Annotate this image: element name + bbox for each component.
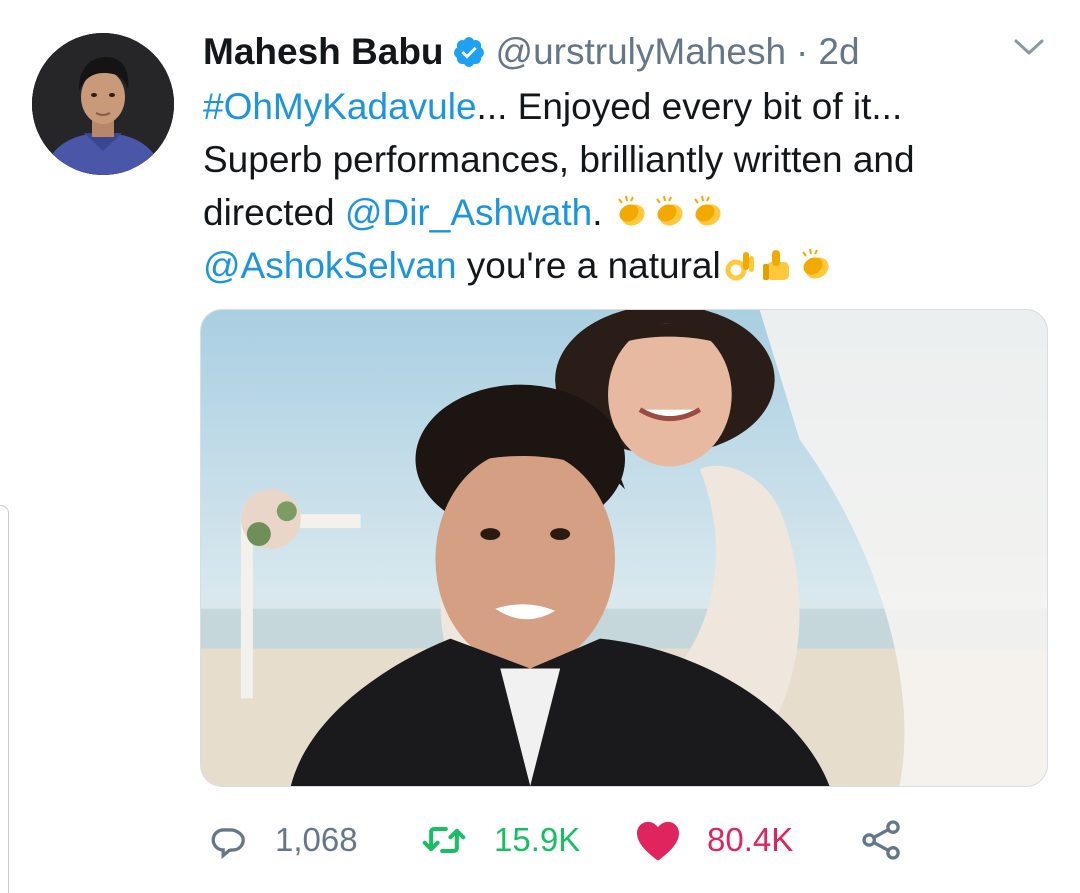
tweet[interactable]: Mahesh Babu @urstrulyMahesh · 2d #OhMyKa… (0, 0, 1080, 893)
media-photo (201, 310, 1047, 786)
retweet-icon (422, 826, 466, 854)
tweet-actions: 1,068 15.9K 80.4K (205, 812, 925, 868)
mention-link-dir-ashwath[interactable]: @Dir_Ashwath (345, 192, 592, 233)
tweet-text-line-1: #OhMyKadavule... Enjoyed every bit of it… (203, 80, 1053, 133)
panel-edge (0, 505, 9, 893)
hashtag-link[interactable]: #OhMyKadavule (203, 86, 477, 127)
retweet-count: 15.9K (494, 821, 581, 858)
like-count: 80.4K (707, 821, 794, 858)
heart-icon (637, 821, 679, 861)
share-button[interactable] (860, 812, 904, 868)
mention-link-ashok-selvan[interactable]: @AshokSelvan (203, 245, 457, 286)
like-button[interactable]: 80.4K (635, 812, 793, 868)
clapping-hands-icon (689, 192, 727, 230)
tweet-text-line-4: @AshokSelvan you're a natural (203, 239, 1053, 292)
reply-count: 1,068 (275, 821, 358, 858)
header-separator: · (796, 31, 809, 72)
avatar-image (32, 33, 174, 175)
tweet-text-line-3: directed @Dir_Ashwath. (203, 186, 1053, 239)
tweet-text-line-2: Superb performances, brilliantly written… (203, 139, 915, 180)
tweet-text-segment: ... Enjoyed every bit of it... (476, 86, 903, 127)
retweet-button[interactable]: 15.9K (420, 812, 580, 868)
tweet-text-segment: . (592, 192, 603, 233)
chevron-down-icon[interactable] (1012, 36, 1046, 58)
tweet-text: #OhMyKadavule... Enjoyed every bit of it… (203, 80, 1053, 292)
clapping-hands-icon (651, 192, 689, 230)
tweet-text-segment: directed (203, 192, 345, 233)
clapping-hands-icon (613, 192, 651, 230)
ok-hand-icon (721, 245, 759, 283)
reply-icon (211, 828, 245, 860)
verified-badge-icon (452, 35, 486, 69)
tweet-text-segment: you're a natural (456, 245, 721, 286)
share-icon (862, 820, 900, 860)
avatar[interactable] (32, 33, 174, 175)
tweet-header: Mahesh Babu @urstrulyMahesh · 2d (203, 28, 860, 76)
timestamp[interactable]: 2d (818, 31, 859, 73)
clapping-hands-icon (797, 245, 835, 283)
display-name[interactable]: Mahesh Babu (203, 31, 444, 73)
thumbs-up-icon (759, 245, 797, 283)
user-handle[interactable]: @urstrulyMahesh (496, 31, 787, 73)
tweet-media-image[interactable] (200, 309, 1048, 787)
reply-button[interactable]: 1,068 (205, 812, 358, 868)
